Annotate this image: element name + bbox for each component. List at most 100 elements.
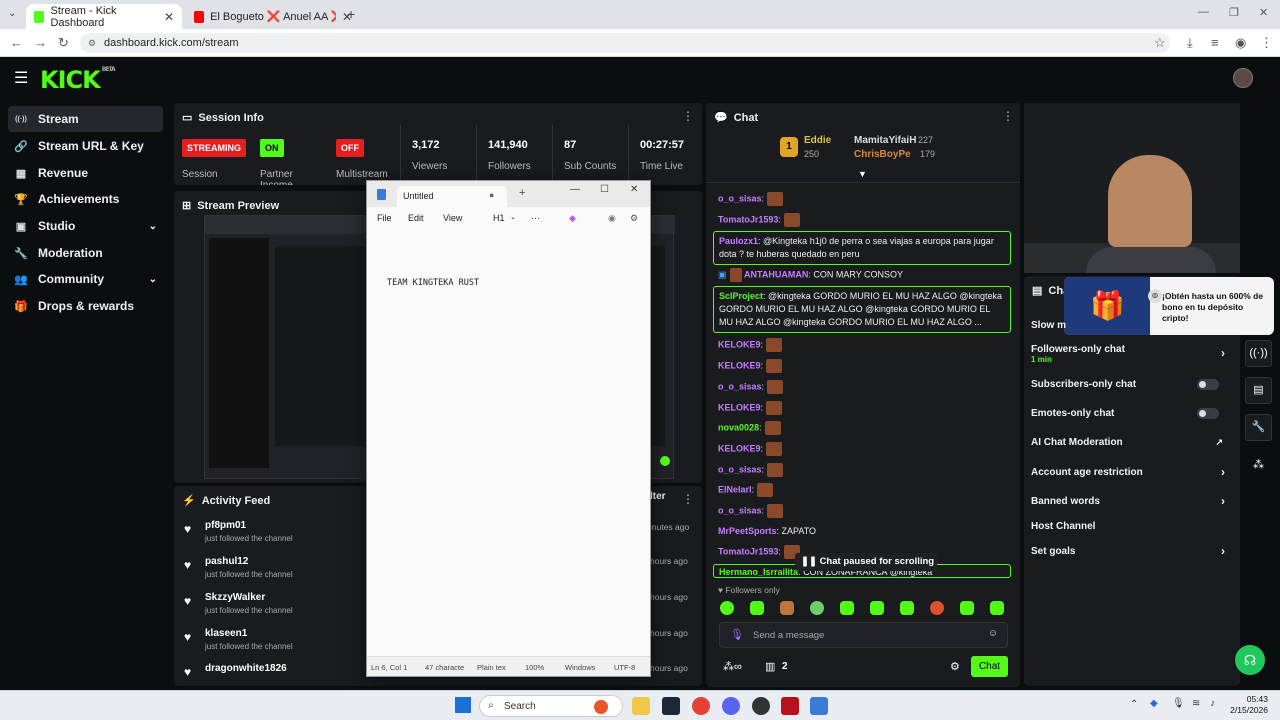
- tab-youtube[interactable]: El Bogueto ❌ Anuel AA ❌ Yu ✕: [186, 4, 360, 29]
- chat-username[interactable]: Paulozx1: [719, 236, 758, 246]
- chat-username[interactable]: SclProject: [719, 291, 763, 301]
- subscribers-only-chat-row[interactable]: Subscribers-only chat: [1031, 379, 1231, 390]
- notepad-text-area[interactable]: TEAM KINGTEKA RUST: [387, 278, 479, 288]
- app-icon[interactable]: [752, 697, 770, 715]
- site-info-icon[interactable]: ⚙: [88, 33, 96, 53]
- more-icon[interactable]: ···: [531, 213, 540, 223]
- hamburger-menu-icon[interactable]: ☰: [14, 68, 28, 88]
- tray-chevron-icon[interactable]: ⌃: [1130, 699, 1138, 710]
- copilot-icon[interactable]: ◆: [569, 213, 576, 224]
- account-icon[interactable]: ◉: [608, 213, 616, 224]
- collapse-icon[interactable]: ▼: [858, 169, 867, 179]
- menu-file[interactable]: File: [377, 213, 392, 223]
- chat-send-button[interactable]: Chat: [971, 656, 1008, 677]
- tab-list-icon[interactable]: ⌄: [8, 8, 16, 19]
- minimize-icon[interactable]: —: [570, 184, 580, 195]
- chevron-down-icon[interactable]: ⌄: [510, 213, 516, 221]
- maximize-icon[interactable]: ☐: [600, 184, 609, 195]
- kick-logo[interactable]: KICK BETA: [40, 66, 116, 94]
- chat-paused-banner[interactable]: ❚❚ Chat paused for scrolling: [795, 553, 937, 571]
- chat-username[interactable]: o_o_sisas: [718, 505, 762, 515]
- microphone-tray-icon[interactable]: 🎙: [1172, 698, 1185, 709]
- reload-icon[interactable]: ↻: [58, 35, 69, 51]
- taskbar-search-box[interactable]: ⌕ Search: [479, 695, 623, 717]
- community-icon[interactable]: ⁂: [1253, 458, 1264, 471]
- chat-username[interactable]: ElNelarl: [718, 484, 752, 494]
- tray-app-icon[interactable]: ◆: [1150, 698, 1158, 709]
- windows-start-icon[interactable]: [455, 697, 471, 713]
- sidebar-item-stream-url-key[interactable]: 🔗 Stream URL & Key: [8, 133, 163, 159]
- steam-icon[interactable]: [662, 697, 680, 715]
- settings-gear-icon[interactable]: ⚙: [630, 213, 638, 224]
- new-tab-button[interactable]: +: [519, 187, 525, 199]
- emote-icon[interactable]: [990, 601, 1004, 615]
- emote-icon[interactable]: [960, 601, 974, 615]
- tab-kick-dashboard[interactable]: Stream - Kick Dashboard ✕: [26, 4, 182, 29]
- notepad-taskbar-icon[interactable]: [810, 697, 828, 715]
- volume-icon[interactable]: ♪: [1210, 698, 1215, 709]
- download-icon[interactable]: ⤓: [1187, 35, 1193, 51]
- banned-words-row[interactable]: Banned words ›: [1031, 494, 1231, 508]
- unsaved-dot-icon[interactable]: ●: [489, 190, 494, 200]
- moderation-quick-button[interactable]: 🔧: [1245, 414, 1272, 441]
- emote-icon[interactable]: [900, 601, 914, 615]
- maximize-icon[interactable]: ❐: [1229, 6, 1239, 19]
- chat-username[interactable]: TomatoJr1593: [718, 546, 778, 556]
- subscribers-only-toggle[interactable]: [1197, 379, 1219, 390]
- emote-icon[interactable]: [870, 601, 884, 615]
- viewer-list-icon[interactable]: ⁂∞: [723, 660, 742, 673]
- chat-username[interactable]: nova0028: [718, 422, 759, 432]
- minimize-icon[interactable]: —: [1198, 6, 1209, 18]
- kebab-menu-icon[interactable]: ⋮: [682, 492, 694, 506]
- broadcast-quick-button[interactable]: ((·)): [1245, 340, 1272, 367]
- chat-username[interactable]: o_o_sisas: [718, 464, 762, 474]
- account-age-restriction-row[interactable]: Account age restriction ›: [1031, 465, 1231, 479]
- chat-username[interactable]: ANTAHUAMAN: [744, 269, 808, 279]
- kebab-menu-icon[interactable]: ⋮: [682, 109, 694, 123]
- taskbar-clock[interactable]: 05:43 2/15/2026: [1226, 694, 1268, 716]
- chat-username[interactable]: MrPeetSports: [718, 526, 777, 536]
- chrome-icon[interactable]: [692, 697, 710, 715]
- kebab-menu-icon[interactable]: ⋮: [1002, 109, 1014, 123]
- discord-icon[interactable]: [722, 697, 740, 715]
- menu-view[interactable]: View: [443, 213, 462, 223]
- layout-quick-button[interactable]: ▤: [1245, 377, 1272, 404]
- close-window-icon[interactable]: ✕: [1259, 6, 1268, 19]
- chat-input[interactable]: 🎙 Send a message ☺: [719, 622, 1008, 648]
- filter-label[interactable]: lter: [650, 491, 666, 502]
- menu-kebab-icon[interactable]: ⋮: [1260, 35, 1273, 51]
- sidebar-item-drops-rewards[interactable]: 🎁 Drops & rewards: [8, 293, 163, 319]
- emotes-only-chat-row[interactable]: Emotes-only chat: [1031, 408, 1231, 419]
- host-channel-row[interactable]: Host Channel: [1031, 521, 1231, 532]
- file-explorer-icon[interactable]: [632, 697, 650, 715]
- emote-icon[interactable]: [840, 601, 854, 615]
- notepad-window[interactable]: Untitled ● + — ☐ ✕ File Edit View H1 ⌄ ·…: [366, 180, 651, 677]
- followers-only-chat-row[interactable]: Followers-only chat 1 min ›: [1031, 344, 1231, 364]
- wifi-icon[interactable]: ≋: [1192, 698, 1200, 709]
- chat-username[interactable]: o_o_sisas: [718, 193, 762, 203]
- sidebar-item-revenue[interactable]: ▦ Revenue: [8, 160, 163, 186]
- emote-icon[interactable]: [930, 601, 944, 615]
- game-launcher-icon[interactable]: [781, 697, 799, 715]
- emote-icon[interactable]: [780, 601, 794, 615]
- slow-mode-row[interactable]: Slow m: [1031, 320, 1231, 331]
- set-goals-row[interactable]: Set goals ›: [1031, 544, 1231, 558]
- chat-username[interactable]: TomatoJr1593: [718, 214, 778, 224]
- reading-list-icon[interactable]: ≡: [1211, 35, 1219, 50]
- microphone-icon[interactable]: 🎙: [730, 628, 744, 641]
- chat-username[interactable]: KELOKE9: [718, 402, 761, 412]
- heading-select[interactable]: H1: [493, 213, 505, 223]
- sidebar-item-achievements[interactable]: 🏆 Achievements: [8, 186, 163, 212]
- sidebar-item-moderation[interactable]: 🔧 Moderation: [8, 240, 163, 266]
- sidebar-item-community[interactable]: 👥 Community ⌄: [8, 266, 163, 292]
- emote-icon[interactable]: [720, 601, 734, 615]
- emoji-icon[interactable]: ☺: [988, 628, 998, 639]
- chat-username[interactable]: KELOKE9: [718, 339, 761, 349]
- menu-edit[interactable]: Edit: [408, 213, 424, 223]
- back-icon[interactable]: ←: [10, 35, 23, 50]
- ai-chat-moderation-row[interactable]: AI Chat Moderation ↗: [1031, 437, 1231, 448]
- url-field[interactable]: ⚙ dashboard.kick.com/stream: [80, 33, 1170, 53]
- profile-icon[interactable]: ◉: [1235, 35, 1246, 51]
- forward-icon[interactable]: →: [34, 35, 47, 50]
- notepad-tab[interactable]: Untitled ●: [397, 186, 507, 207]
